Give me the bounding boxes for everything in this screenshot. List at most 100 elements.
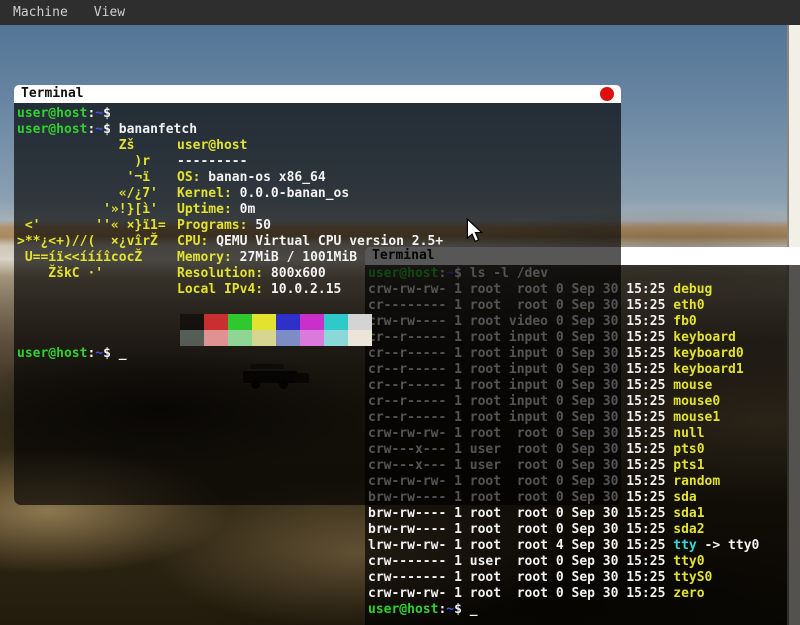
fetch-label: OS: xyxy=(177,170,200,185)
vm-menubar: Machine View xyxy=(0,0,800,25)
fetch-value: 800x600 xyxy=(263,266,326,281)
color-swatch xyxy=(204,314,228,330)
color-swatch xyxy=(348,314,372,330)
terminal-front-titlebar[interactable]: Terminal xyxy=(14,85,621,103)
fetch-title: user@host xyxy=(177,138,247,153)
terminal-line: '¬ï OS: banan-os x86_64 xyxy=(17,170,621,186)
terminal-line: lrw-rw-rw- 1 root root 4 Sep 30 15:25 tt… xyxy=(368,538,800,554)
fetch-underline: --------- xyxy=(177,154,247,169)
device-name: random xyxy=(673,474,720,489)
prompt-path: ~ xyxy=(446,602,454,617)
fetch-value: 10.0.2.15 xyxy=(263,282,341,297)
fetch-label: Uptime: xyxy=(177,202,232,217)
banana-ascii-art: )r xyxy=(17,154,177,170)
device-name: keyboard0 xyxy=(673,346,743,361)
terminal-line: ŽškC ·' Resolution: 800x600 xyxy=(17,266,621,282)
ansi-palette-row-2 xyxy=(180,330,621,346)
banana-ascii-art: >**¿<+)//( ×¿vîrŽ xyxy=(17,234,177,250)
terminal-line: crw------- 1 user root 0 Sep 30 15:25 tt… xyxy=(368,554,800,570)
terminal-line: Zš user@host xyxy=(17,138,621,154)
close-icon[interactable] xyxy=(600,87,614,101)
prompt-user: user@host xyxy=(17,106,87,121)
color-swatch xyxy=(276,314,300,330)
terminal-line: brw-rw---- 1 root root 0 Sep 30 15:25 sd… xyxy=(368,506,800,522)
color-swatch xyxy=(180,314,204,330)
banana-ascii-art: «/¿7' xyxy=(17,186,177,202)
device-name: mouse xyxy=(673,378,712,393)
color-swatch xyxy=(324,314,348,330)
device-name: sda xyxy=(673,490,696,505)
prompt-path: ~ xyxy=(95,346,103,361)
prompt-user: user@host xyxy=(368,602,438,617)
terminal-line: crw------- 1 root root 0 Sep 30 15:25 tt… xyxy=(368,570,800,586)
terminal-line: user@host:~$ xyxy=(17,106,621,122)
prompt-user: user@host xyxy=(17,122,87,137)
terminal-line xyxy=(17,298,621,314)
prompt-dollar: $ xyxy=(103,346,119,361)
prompt-dollar: $ xyxy=(103,106,119,121)
device-name: fb0 xyxy=(673,314,696,329)
prompt-path: ~ xyxy=(95,106,103,121)
menu-item-view[interactable]: View xyxy=(94,5,125,20)
file-meta: brw-rw---- 1 root root 0 Sep 30 15:25 xyxy=(368,506,673,521)
color-swatch xyxy=(348,330,372,346)
terminal-line: U==íï<<íííîcocŽ Memory: 27MiB / 1001MiB xyxy=(17,250,621,266)
terminal-line: user@host:~$ bananfetch xyxy=(17,122,621,138)
color-swatch xyxy=(180,330,204,346)
text-cursor: _ xyxy=(470,602,478,617)
terminal-line: '»!}[ì' Uptime: 0m xyxy=(17,202,621,218)
fetch-value: 0.0.0-banan_os xyxy=(232,186,349,201)
fetch-value: QEMU Virtual CPU version 2.5+ xyxy=(208,234,443,249)
color-swatch xyxy=(228,314,252,330)
fetch-label: Local IPv4: xyxy=(177,282,263,297)
device-name: keyboard xyxy=(673,330,736,345)
file-meta: crw------- 1 user root 0 Sep 30 15:25 xyxy=(368,554,673,569)
mouse-cursor-icon xyxy=(466,218,484,243)
fetch-label: CPU: xyxy=(177,234,208,249)
terminal-line: Local IPv4: 10.0.2.15 xyxy=(17,282,621,298)
prompt-user: user@host xyxy=(17,346,87,361)
file-meta: brw-rw---- 1 root root 0 Sep 30 15:25 xyxy=(368,522,673,537)
device-name: sda1 xyxy=(673,506,704,521)
menu-item-machine[interactable]: Machine xyxy=(13,5,68,20)
terminal-line: user@host:~$ _ xyxy=(17,346,621,362)
device-name: eth0 xyxy=(673,298,704,313)
banana-ascii-art: U==íï<<íííîcocŽ xyxy=(17,250,177,266)
vm-screen: MachineView Terminal user@host:~$ ls -l … xyxy=(0,0,800,625)
fetch-label: Resolution: xyxy=(177,266,263,281)
terminal-window-front[interactable]: Terminal user@host:~$ user@host:~$ banan… xyxy=(14,85,621,505)
file-meta: crw------- 1 root root 0 Sep 30 15:25 xyxy=(368,570,673,585)
color-swatch xyxy=(276,330,300,346)
color-swatch xyxy=(324,330,348,346)
terminal-line: brw-rw---- 1 root root 0 Sep 30 15:25 sd… xyxy=(368,522,800,538)
color-swatch xyxy=(228,330,252,346)
device-name: tty0 xyxy=(673,554,704,569)
color-swatch xyxy=(300,314,324,330)
terminal-line: <' ''« ×}ï1= Programs: 50 xyxy=(17,218,621,234)
device-name: mouse1 xyxy=(673,410,720,425)
terminal-front-content[interactable]: user@host:~$ user@host:~$ bananfetch Zš … xyxy=(14,103,621,505)
banana-ascii-art: Zš xyxy=(17,138,177,154)
terminal-line: )r --------- xyxy=(17,154,621,170)
device-name: ttyS0 xyxy=(673,570,712,585)
file-meta: crw-rw-rw- 1 root root 0 Sep 30 15:25 xyxy=(368,586,673,601)
color-swatch xyxy=(204,330,228,346)
color-swatch xyxy=(252,314,276,330)
device-name: debug xyxy=(673,282,712,297)
window-title: Terminal xyxy=(21,85,84,103)
file-meta: lrw-rw-rw- 1 root root 4 Sep 30 15:25 xyxy=(368,538,673,553)
symlink-target: -> tty0 xyxy=(697,538,760,553)
device-name: mouse0 xyxy=(673,394,720,409)
device-name: pts0 xyxy=(673,442,704,457)
terminal-line: crw-rw-rw- 1 root root 0 Sep 30 15:25 ze… xyxy=(368,586,800,602)
command-bananfetch: bananfetch xyxy=(119,122,197,137)
fetch-label: Memory: xyxy=(177,250,232,265)
color-swatch xyxy=(300,330,324,346)
terminal-line: «/¿7' Kernel: 0.0.0-banan_os xyxy=(17,186,621,202)
fetch-value: banan-os x86_64 xyxy=(200,170,325,185)
fetch-label: Kernel: xyxy=(177,186,232,201)
banana-ascii-art: '¬ï xyxy=(17,170,177,186)
ansi-palette-row-1 xyxy=(180,314,621,330)
banana-ascii-art: <' ''« ×}ï1= xyxy=(17,218,177,234)
device-name: zero xyxy=(673,586,704,601)
